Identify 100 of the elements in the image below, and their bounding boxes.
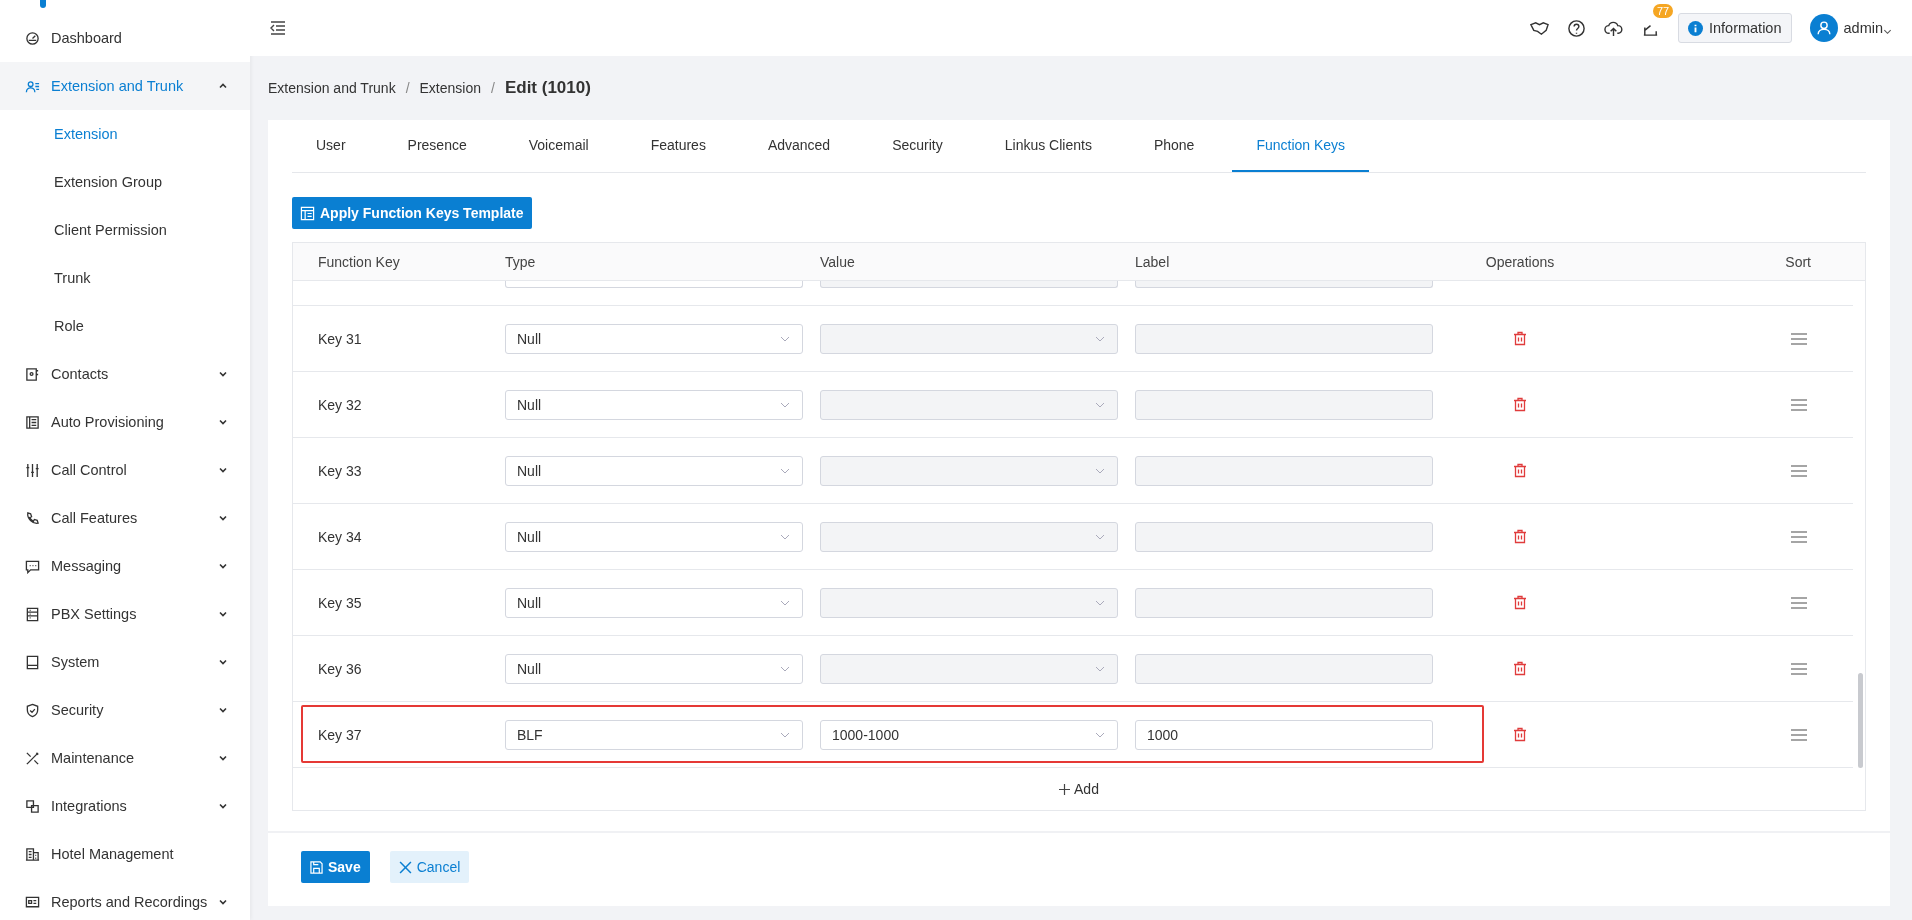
sidebar-subitem[interactable]: Extension bbox=[0, 110, 250, 158]
drag-handle-icon[interactable] bbox=[1791, 662, 1807, 675]
drag-handle-icon[interactable] bbox=[1791, 332, 1807, 345]
select-field[interactable] bbox=[505, 281, 803, 288]
tab[interactable]: User bbox=[292, 120, 370, 172]
tab[interactable]: Presence bbox=[383, 120, 491, 172]
tab[interactable]: Features bbox=[626, 120, 730, 172]
table-cell: Key 36 bbox=[318, 660, 362, 677]
apply-template-button[interactable]: Apply Function Keys Template bbox=[292, 197, 532, 229]
value-select[interactable]: 1000-1000 bbox=[820, 719, 1118, 750]
avatar-icon[interactable] bbox=[1809, 14, 1838, 42]
cancel-button[interactable]: Cancel bbox=[389, 851, 470, 883]
sidebar-item[interactable]: PBX Settings bbox=[0, 590, 250, 638]
save-button[interactable]: Save bbox=[301, 851, 370, 883]
tab[interactable]: Advanced bbox=[743, 120, 855, 172]
menu-icon bbox=[25, 798, 40, 814]
sidebar-item[interactable]: Extension and Trunk bbox=[0, 62, 250, 110]
table-cell: Key 31 bbox=[318, 330, 362, 347]
help-icon[interactable] bbox=[1566, 18, 1586, 38]
menu-icon bbox=[25, 510, 40, 526]
select-field[interactable] bbox=[820, 281, 1118, 288]
chevron-icon bbox=[218, 657, 228, 667]
drag-handle-icon[interactable] bbox=[1791, 530, 1807, 543]
delete-icon[interactable] bbox=[1513, 661, 1527, 676]
delete-icon[interactable] bbox=[1513, 397, 1527, 412]
label-field[interactable] bbox=[1135, 389, 1433, 420]
tab[interactable]: Voicemail bbox=[504, 120, 613, 172]
chevron-icon bbox=[218, 417, 228, 427]
column-header: Function Key bbox=[317, 253, 401, 270]
breadcrumb-separator: / bbox=[491, 80, 495, 96]
chevron-icon bbox=[218, 801, 228, 811]
menu-icon bbox=[25, 366, 40, 382]
information-button[interactable]: Information bbox=[1677, 13, 1792, 43]
type-select[interactable]: Null bbox=[505, 389, 803, 420]
label-field[interactable]: 1000 bbox=[1135, 719, 1433, 750]
sidebar-subitem[interactable]: Role bbox=[0, 302, 250, 350]
tab[interactable]: Security bbox=[868, 120, 967, 172]
chevron-icon bbox=[218, 753, 228, 763]
tab[interactable]: Phone bbox=[1129, 120, 1219, 172]
breadcrumb-item[interactable]: Extension bbox=[419, 80, 481, 96]
delete-icon[interactable] bbox=[1513, 463, 1527, 478]
sidebar-item[interactable]: Dashboard bbox=[0, 14, 250, 62]
type-select[interactable]: Null bbox=[505, 521, 803, 552]
add-button[interactable]: Add bbox=[1053, 780, 1105, 798]
delete-icon[interactable] bbox=[1513, 331, 1527, 346]
sidebar-item[interactable]: Security bbox=[0, 686, 250, 734]
chevron-icon bbox=[218, 897, 228, 907]
tab[interactable]: Function Keys bbox=[1232, 120, 1370, 172]
sidebar-item[interactable]: Contacts bbox=[0, 350, 250, 398]
sidebar-subitem[interactable]: Trunk bbox=[0, 254, 250, 302]
menu-collapse-icon[interactable] bbox=[270, 20, 286, 36]
tab[interactable]: Linkus Clients bbox=[980, 120, 1116, 172]
scrollbar[interactable] bbox=[1858, 673, 1863, 768]
sidebar-item[interactable]: Call Control bbox=[0, 446, 250, 494]
sidebar-item[interactable]: Reports and Recordings bbox=[0, 878, 250, 920]
sidebar-item[interactable]: Call Features bbox=[0, 494, 250, 542]
delete-icon[interactable] bbox=[1513, 727, 1527, 742]
menu-icon bbox=[25, 462, 40, 478]
chevron-icon bbox=[218, 369, 228, 379]
menu-icon bbox=[25, 750, 40, 766]
type-select[interactable]: Null bbox=[505, 323, 803, 354]
menu-icon bbox=[25, 606, 40, 622]
delete-icon[interactable] bbox=[1513, 529, 1527, 544]
sidebar-item[interactable]: Hotel Management bbox=[0, 830, 250, 878]
template-icon bbox=[300, 205, 315, 221]
type-select[interactable]: Null bbox=[505, 455, 803, 486]
column-header: Type bbox=[505, 253, 537, 270]
sidebar-subitem[interactable]: Extension Group bbox=[0, 158, 250, 206]
info-icon bbox=[1687, 20, 1703, 36]
sidebar-item[interactable]: Auto Provisioning bbox=[0, 398, 250, 446]
input-field[interactable] bbox=[1135, 281, 1433, 288]
breadcrumb-item[interactable]: Extension and Trunk bbox=[268, 80, 396, 96]
breadcrumb-item: Edit (1010) bbox=[504, 78, 591, 98]
user-menu[interactable]: admin bbox=[1843, 20, 1883, 36]
column-header: Sort bbox=[1785, 253, 1812, 270]
sidebar-item[interactable]: System bbox=[0, 638, 250, 686]
drag-handle-icon[interactable] bbox=[1791, 728, 1807, 741]
drag-handle-icon[interactable] bbox=[1791, 596, 1807, 609]
menu-icon bbox=[25, 78, 40, 94]
label-field[interactable] bbox=[1135, 653, 1433, 684]
drag-handle-icon[interactable] bbox=[1791, 464, 1807, 477]
label-field[interactable] bbox=[1135, 455, 1433, 486]
sidebar-subitem[interactable]: Client Permission bbox=[0, 206, 250, 254]
label-field[interactable] bbox=[1135, 521, 1433, 552]
menu-icon bbox=[25, 846, 40, 862]
delete-icon[interactable] bbox=[1513, 595, 1527, 610]
menu-icon bbox=[25, 654, 40, 670]
sidebar-item[interactable]: Messaging bbox=[0, 542, 250, 590]
logo-icon bbox=[40, 0, 46, 8]
save-icon bbox=[310, 860, 323, 874]
sidebar-item[interactable]: Integrations bbox=[0, 782, 250, 830]
sidebar-item[interactable]: Maintenance bbox=[0, 734, 250, 782]
menu-icon bbox=[25, 414, 40, 430]
label-field[interactable] bbox=[1135, 323, 1433, 354]
type-select[interactable]: Null bbox=[505, 653, 803, 684]
drag-handle-icon[interactable] bbox=[1791, 398, 1807, 411]
table-cell: Key 37 bbox=[318, 726, 362, 743]
label-field[interactable] bbox=[1135, 587, 1433, 618]
type-select[interactable]: Null bbox=[505, 587, 803, 618]
type-select[interactable]: BLF bbox=[505, 719, 803, 750]
